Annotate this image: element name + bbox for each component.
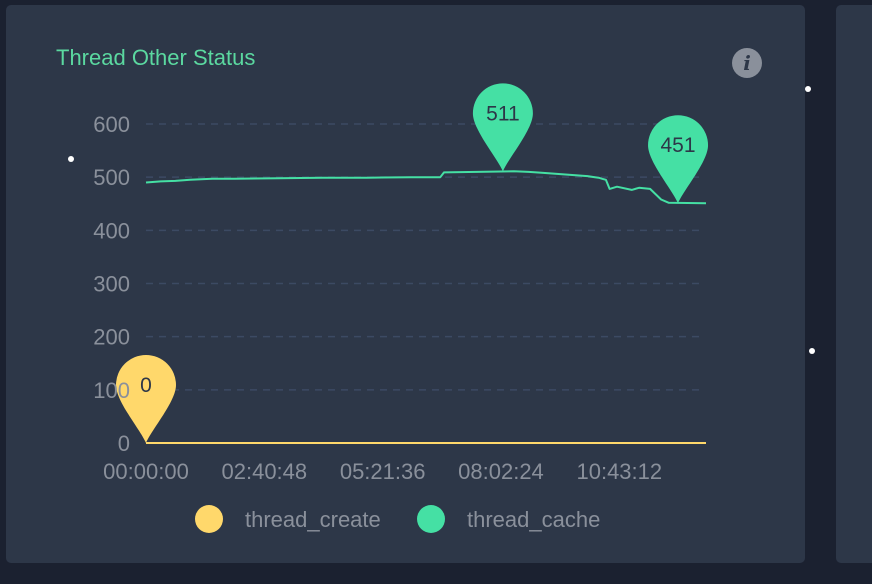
legend-label: thread_cache	[467, 507, 600, 532]
data-label-pin: 451	[648, 115, 709, 204]
thread-status-chart: 0 511 451 0 100 200 300 400 500 600 00:00:00 02:4…	[93, 83, 709, 533]
legend-item-thread-create[interactable]: thread_create	[195, 505, 381, 533]
y-tick-label: 400	[93, 218, 130, 243]
x-tick-label: 00:00:00	[103, 459, 189, 484]
legend-swatch	[417, 505, 445, 533]
legend-item-thread-cache[interactable]: thread_cache	[417, 505, 600, 533]
pin-value-label: 0	[140, 374, 152, 397]
x-tick-label: 05:21:36	[340, 459, 426, 484]
y-tick-label: 100	[93, 378, 130, 403]
x-tick-label: 08:02:24	[458, 459, 544, 484]
y-tick-label: 300	[93, 272, 130, 297]
y-tick-label: 200	[93, 325, 130, 350]
pin-value-label: 451	[661, 134, 696, 157]
legend-swatch	[195, 505, 223, 533]
y-tick-label: 0	[118, 431, 130, 456]
pin-value-label: 511	[486, 102, 519, 125]
pin-shape	[472, 83, 533, 172]
y-tick-label: 600	[93, 112, 130, 137]
legend-label: thread_create	[245, 507, 381, 532]
data-label-pin: 511	[472, 83, 533, 172]
pin-shape	[648, 115, 709, 204]
x-tick-label: 02:40:48	[222, 459, 308, 484]
series-line-thread-cache	[145, 170, 707, 205]
x-tick-label: 10:43:12	[576, 459, 662, 484]
y-tick-label: 500	[93, 165, 130, 190]
